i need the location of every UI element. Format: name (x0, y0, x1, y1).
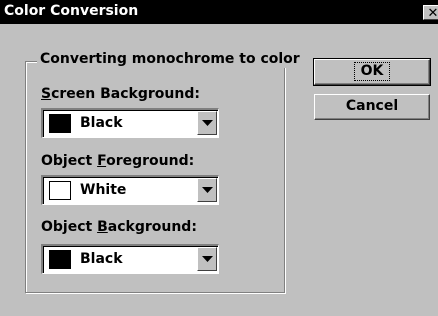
object-foreground-dropdown-button[interactable] (197, 178, 217, 202)
close-icon: ✕ (427, 6, 438, 21)
object-background-mnemonic: B (97, 219, 108, 235)
chevron-down-icon (202, 256, 213, 262)
title-bar[interactable]: Color Conversion ✕ (0, 0, 438, 24)
object-foreground-label-prefix: Object (41, 153, 98, 169)
object-background-value: Black (80, 251, 123, 267)
ok-button-label: OK (353, 62, 391, 81)
chevron-down-icon (202, 187, 213, 193)
chevron-down-icon (202, 120, 213, 126)
cancel-button[interactable]: Cancel (314, 94, 430, 120)
cancel-button-label: Cancel (345, 98, 399, 114)
ok-button[interactable]: OK (313, 58, 431, 86)
close-button[interactable]: ✕ (423, 5, 438, 21)
object-background-dropdown-button[interactable] (197, 247, 217, 271)
screen-background-combo[interactable]: Black (41, 108, 219, 138)
screen-background-label: Screen Background: (41, 86, 200, 103)
color-conversion-dialog: Color Conversion ✕ Converting monochrome… (0, 0, 438, 316)
screen-background-swatch (49, 114, 71, 133)
screen-background-dropdown-button[interactable] (197, 111, 217, 135)
object-foreground-label: Object Foreground: (41, 153, 194, 170)
screen-background-mnemonic: S (41, 86, 52, 102)
object-background-combo[interactable]: Black (41, 244, 219, 274)
screen-background-value: Black (80, 115, 123, 131)
object-background-label: Object Background: (41, 219, 197, 236)
screen-background-label-text: creen Background: (51, 86, 200, 102)
object-foreground-value: White (80, 182, 127, 198)
object-background-label-prefix: Object (41, 219, 98, 235)
object-foreground-combo[interactable]: White (41, 175, 219, 205)
object-foreground-label-text: oreground: (106, 153, 195, 169)
object-foreground-mnemonic: F (97, 153, 107, 169)
dialog-title: Color Conversion (4, 3, 139, 19)
object-background-swatch (49, 250, 71, 269)
object-foreground-swatch (49, 181, 71, 200)
groupbox-label: Converting monochrome to color (37, 51, 303, 68)
object-background-label-text: ackground: (107, 219, 197, 235)
